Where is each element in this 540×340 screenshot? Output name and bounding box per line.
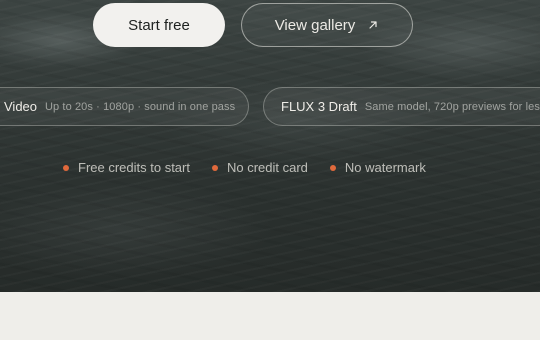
model-pill-flux-draft[interactable]: FLUX 3 Draft Same model, 720p previews f… [263,87,540,126]
model-name: FLUX 3 Draft [281,99,357,114]
page-section-below [0,292,540,340]
feature-item: Free credits to start [63,160,190,175]
bullet-dot-icon [329,164,336,171]
bullet-dot-icon [211,164,218,171]
model-pill-video[interactable]: Video Up to 20s · 1080p · sound in one p… [0,87,249,126]
feature-list: Free credits to start No credit card No … [63,160,426,175]
bullet-dot-icon [63,164,69,171]
feature-item: No credit card [211,160,308,175]
arrow-up-right-icon [367,19,379,31]
view-gallery-label: View gallery [274,16,356,34]
view-gallery-button[interactable]: View gallery [241,3,413,47]
feature-item: No watermark [329,160,426,175]
model-description: Up to 20s · 1080p · sound in one pass [45,100,236,113]
hero-section: Start free View gallery Video Up to 20s … [0,0,540,292]
feature-label: No credit card [226,160,308,175]
start-free-button[interactable]: Start free [93,3,225,47]
model-description: Same model, 720p previews for less [364,100,540,113]
feature-label: No watermark [344,160,426,175]
feature-label: Free credits to start [78,160,190,175]
model-name: Video [4,99,38,114]
